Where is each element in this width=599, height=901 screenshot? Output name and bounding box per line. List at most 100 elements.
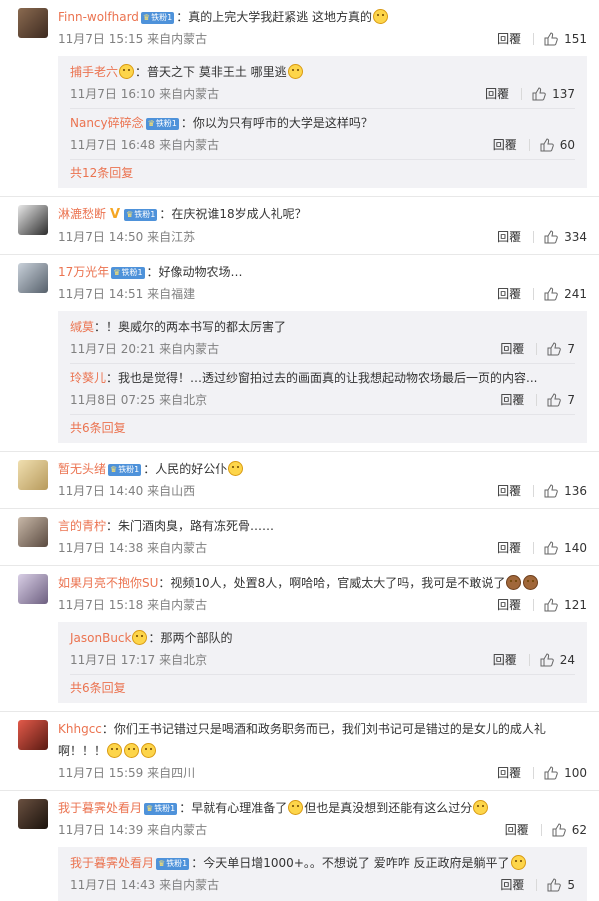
thumbs-up-icon[interactable] (540, 138, 554, 152)
crying-emoji-icon (473, 800, 489, 815)
thumbs-up-icon[interactable] (544, 598, 558, 612)
avatar[interactable] (18, 205, 48, 235)
divider (521, 88, 523, 100)
reply-time: 11月7日 16:10 来自内蒙古 (70, 87, 220, 101)
divider (533, 767, 535, 779)
more-replies-link[interactable]: 共12条回复 (70, 160, 575, 186)
crown-icon: ♛ (126, 210, 134, 219)
monkey-emoji-icon (506, 575, 522, 590)
reply-button[interactable]: 回覆 (500, 874, 524, 896)
reply-button[interactable]: 回覆 (500, 338, 524, 360)
thumbs-up-icon[interactable] (544, 287, 558, 301)
reply-button[interactable]: 回覆 (497, 762, 521, 784)
reply-button[interactable]: 回覆 (497, 283, 521, 305)
fan-badge: ♛铁粉1 (124, 209, 158, 221)
thumbs-up-icon[interactable] (544, 230, 558, 244)
reply-list: 缄莫：！奥威尔的两本书写的都太厉害了 11月7日 20:21 来自内蒙古 回覆 7… (58, 311, 587, 443)
comment-item: Khhgcc：你们王书记错过只是喝酒和政务职务而已，我们刘书记可是错过的是女儿的… (0, 712, 599, 791)
comment-username[interactable]: 17万光年 (58, 265, 109, 279)
reply-button[interactable]: 回覆 (497, 28, 521, 50)
reply-button[interactable]: 回覆 (500, 389, 524, 411)
divider (533, 288, 535, 300)
crying-emoji-icon (228, 461, 244, 476)
reply-button[interactable]: 回覆 (493, 649, 517, 671)
thumbs-up-icon[interactable] (547, 393, 562, 407)
crown-icon: ♛ (110, 465, 118, 474)
avatar[interactable] (18, 263, 48, 293)
comment-time: 11月7日 14:51 来自福建 (58, 287, 196, 301)
reply-item: JasonBuck ：那两个部队的 11月7日 17:17 来自北京 回覆 24 (70, 624, 575, 675)
comment-text: ：在庆祝谁18岁成人礼呢？ (159, 207, 307, 221)
comment-time: 11月7日 14:50 来自江苏 (58, 230, 196, 244)
reply-button[interactable]: 回覆 (497, 226, 521, 248)
reply-username[interactable]: 我于暮霁处看月 (70, 856, 154, 870)
avatar[interactable] (18, 8, 48, 38)
reply-item: 玲葵儿：我也是觉得！…透过纱窗拍过去的画面真的让我想起动物农场最后一页的内容..… (70, 364, 575, 415)
thumbs-up-icon[interactable] (544, 766, 558, 780)
comment-username[interactable]: 暂无头绪 (58, 462, 106, 476)
avatar[interactable] (18, 460, 48, 490)
comment-text-continued: 啊！！！ (58, 744, 107, 758)
avatar[interactable] (18, 517, 48, 547)
like-count: 137 (552, 87, 575, 101)
divider (533, 33, 535, 45)
divider (540, 824, 542, 836)
comment-username[interactable]: 淋漉愁断 (58, 207, 106, 221)
like-count: 7 (567, 393, 575, 407)
reply-button[interactable]: 回覆 (485, 83, 509, 105)
reply-username[interactable]: JasonBuck (70, 631, 131, 645)
comment-text: ：早就有心理准备了 (179, 801, 288, 815)
thumbs-up-icon[interactable] (552, 823, 566, 837)
comment-item: 17万光年 ♛铁粉1 ：好像动物农场… 11月7日 14:51 来自福建 回覆 241… (0, 255, 599, 452)
reply-button[interactable]: 回覆 (497, 480, 521, 502)
like-count: 7 (567, 342, 575, 356)
comment-time: 11月7日 14:38 来自内蒙古 (58, 541, 208, 555)
thumbs-up-icon[interactable] (544, 541, 558, 555)
comment-item: 言的青柠：朱门酒肉臭，路有冻死骨…… 11月7日 14:38 来自内蒙古 回覆 1… (0, 509, 599, 566)
comment-item: 淋漉愁断 V ♛铁粉1 ：在庆祝谁18岁成人礼呢？ 11月7日 14:50 来自江苏 … (0, 197, 599, 255)
reply-username[interactable]: Nancy碎碎念 (70, 116, 144, 130)
divider (536, 879, 538, 891)
reply-item: 捕手老六 ：普天之下 莫非王土 哪里逃 11月7日 16:10 来自内蒙古 回覆 1… (70, 58, 575, 109)
avatar[interactable] (18, 799, 48, 829)
cat-emoji-icon (107, 743, 123, 758)
fan-badge: ♛铁粉1 (145, 118, 179, 130)
comment-username[interactable]: Khhgcc (58, 722, 102, 736)
reply-username[interactable]: 玲葵儿 (70, 371, 106, 385)
comment-username[interactable]: Finn-wolfhard (58, 10, 139, 24)
divider (536, 343, 538, 355)
comment-text: ：好像动物农场… (146, 265, 243, 279)
reply-button[interactable]: 回覆 (493, 134, 517, 156)
like-count: 136 (564, 484, 587, 498)
reply-list: 捕手老六 ：普天之下 莫非王土 哪里逃 11月7日 16:10 来自内蒙古 回覆 1… (58, 56, 587, 188)
more-replies-link[interactable]: 共6条回复 (70, 415, 575, 441)
divider (528, 139, 530, 151)
sweat-emoji-icon (288, 800, 304, 815)
crown-icon: ♛ (142, 13, 151, 22)
thumbs-up-icon[interactable] (532, 87, 546, 101)
reply-button[interactable]: 回覆 (505, 819, 529, 841)
avatar[interactable] (18, 574, 48, 604)
sweat-emoji-icon (510, 855, 526, 870)
more-replies-link[interactable]: 共6条回复 (70, 675, 575, 701)
avatar[interactable] (18, 720, 48, 750)
thumbs-up-icon[interactable] (547, 878, 562, 892)
like-count: 140 (564, 541, 587, 555)
reply-username[interactable]: 捕手老六 (70, 65, 118, 79)
comment-username[interactable]: 如果月亮不抱你SU (58, 576, 158, 590)
thumbs-up-icon[interactable] (544, 484, 558, 498)
divider (536, 394, 538, 406)
comment-username[interactable]: 我于暮霁处看月 (58, 801, 142, 815)
sticker-icon (119, 64, 135, 79)
comment-text-continued: 但也是真没想到还能有这么过分 (304, 801, 473, 815)
reply-username[interactable]: 缄莫 (70, 320, 94, 334)
reply-button[interactable]: 回覆 (497, 537, 521, 559)
comment-username[interactable]: 言的青柠 (58, 519, 106, 533)
like-count: 241 (564, 287, 587, 301)
thumbs-up-icon[interactable] (544, 32, 558, 46)
reply-text: ：你以为只有呼市的大学是这样吗？ (180, 116, 373, 130)
reply-text: ：今天单日增1000+。。不想说了 爱咋咋 反正政府是躺平了 (191, 856, 510, 870)
thumbs-up-icon[interactable] (540, 653, 554, 667)
thumbs-up-icon[interactable] (547, 342, 562, 356)
reply-button[interactable]: 回覆 (497, 594, 521, 616)
